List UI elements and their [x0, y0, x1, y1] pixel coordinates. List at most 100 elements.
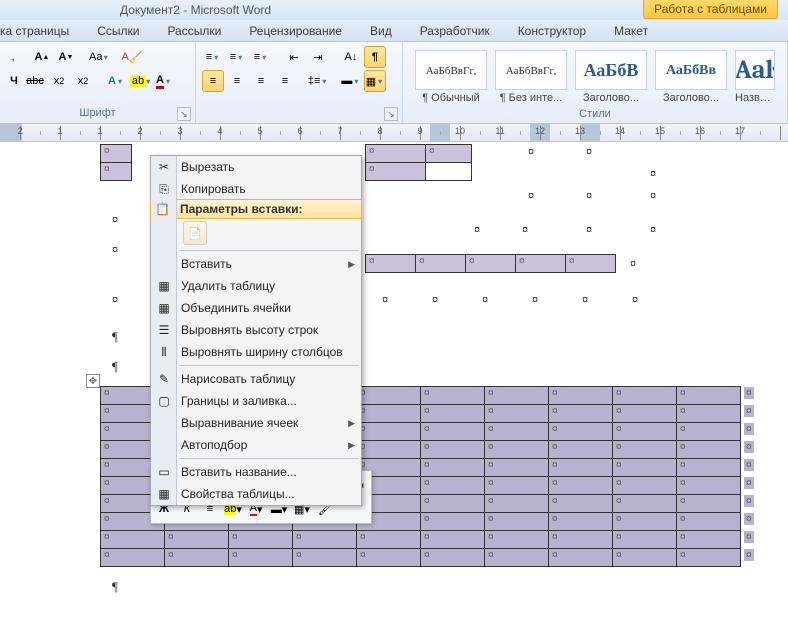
font-combo[interactable]: , [6, 46, 20, 68]
pencil-icon: ✎ [155, 370, 173, 388]
copy-icon: ⎘ [155, 180, 173, 198]
delete-table-icon: ▦ [155, 277, 173, 295]
align-center-button[interactable]: ≡ [226, 70, 248, 92]
styles-gallery[interactable]: АаБбВвГг,¶ Обычный АаБбВвГг,¶ Без инте..… [409, 46, 781, 108]
cell-end-mark: ¤ [630, 258, 636, 270]
ctx-cut[interactable]: ✂Вырезать [151, 156, 361, 178]
caption-icon: ▭ [155, 463, 173, 481]
strikethrough-button[interactable]: abc [24, 70, 46, 92]
cell-end-mark: ¤ [532, 294, 538, 306]
para-dialog-launcher[interactable]: ↘ [384, 107, 398, 121]
table-move-handle[interactable]: ✥ [86, 374, 100, 388]
clear-formatting-button[interactable]: A🧹 [121, 46, 143, 68]
ctx-insert[interactable]: Вставить▶ [151, 253, 361, 275]
scissors-icon: ✂ [155, 158, 173, 176]
window-title: Документ2 - Microsoft Word [120, 3, 271, 17]
ctx-cell-alignment[interactable]: Выравнивание ячеек▶ [151, 412, 361, 434]
sup-button[interactable]: x2 [72, 70, 94, 92]
numbering-button[interactable]: ≡▾ [226, 46, 248, 68]
tab-view[interactable]: Вид [370, 24, 392, 38]
font-color-button[interactable]: A▾ [153, 70, 175, 92]
ctx-paste-options: 📄 [151, 218, 361, 248]
pilcrow: ¶ [112, 579, 118, 595]
tab-layout[interactable]: Макет [614, 24, 648, 38]
cell-end-mark: ¤ [528, 146, 534, 158]
dist-cols-icon: ⦀ [155, 343, 173, 361]
cell-end-mark: ¤ [650, 224, 656, 236]
cell-end-mark: ¤ [112, 214, 118, 226]
cell-end-mark: ¤ [632, 294, 638, 306]
ctx-draw-table[interactable]: ✎Нарисовать таблицу [151, 368, 361, 390]
ctx-delete-table[interactable]: ▦Удалить таблицу [151, 275, 361, 297]
ctx-merge-cells[interactable]: ▦Объединить ячейки [151, 297, 361, 319]
properties-icon: ▦ [155, 485, 173, 503]
cell-end-mark: ¤ [528, 190, 534, 202]
highlight-button[interactable]: ab▾ [129, 70, 151, 92]
tab-references[interactable]: Ссылки [97, 24, 139, 38]
style-heading1[interactable]: АаБбВЗаголово... [575, 50, 647, 104]
indent-inc-button[interactable]: ⇥ [307, 46, 329, 68]
change-case-button[interactable]: Aa▾ [88, 46, 110, 68]
tab-review[interactable]: Рецензирование [249, 24, 342, 38]
text-effects-button[interactable]: A▾ [105, 70, 127, 92]
cell-end-mark: ¤ [582, 294, 588, 306]
style-no-spacing[interactable]: АаБбВвГг,¶ Без инте... [495, 50, 567, 104]
ribbon: , A▲ A▼ Aa▾ A🧹 Ч abc x2 x2 A▾ ab▾ A▾ Шри… [0, 42, 788, 124]
ctx-distribute-cols[interactable]: ⦀Выровнять ширину столбцов [151, 341, 361, 363]
cell-end-mark: ¤ [482, 294, 488, 306]
sub-button[interactable]: x2 [48, 70, 70, 92]
ctx-autofit[interactable]: Автоподбор▶ [151, 434, 361, 456]
ctx-distribute-rows[interactable]: ☰Выровнять высоту строк [151, 319, 361, 341]
paste-icon: 📋 [155, 202, 170, 216]
style-normal[interactable]: АаБбВвГг,¶ Обычный [415, 50, 487, 104]
cell-end-mark: ¤ [650, 190, 656, 202]
shading-button[interactable]: ▬▾ [340, 70, 362, 92]
show-marks-button[interactable]: ¶ [364, 46, 386, 68]
cell-end-mark: ¤ [586, 146, 592, 158]
tab-design[interactable]: Конструктор [518, 24, 586, 38]
shrink-font-button[interactable]: A▼ [55, 46, 77, 68]
table-top-right[interactable]: ¤¤ ¤ [365, 144, 472, 181]
horizontal-ruler[interactable]: 211234567891011121314151617 [0, 124, 788, 142]
cell-end-mark: ¤ [650, 168, 656, 180]
cell-end-mark: ¤ [586, 224, 592, 236]
context-menu: ✂Вырезать ⎘Копировать 📋Параметры вставки… [150, 155, 362, 506]
line-spacing-button[interactable]: ‡≡▾ [307, 70, 329, 92]
table-top[interactable]: ¤ ¤ [100, 144, 132, 181]
align-justify-button[interactable]: ≡ [274, 70, 296, 92]
bullets-button[interactable]: ≡▾ [202, 46, 224, 68]
align-right-button[interactable]: ≡ [250, 70, 272, 92]
tab-mailings[interactable]: Рассылки [167, 24, 221, 38]
sort-button[interactable]: A↓ [340, 46, 362, 68]
contextual-tab-label: Работа с таблицами [643, 0, 778, 19]
ctx-borders-shading[interactable]: ▢Границы и заливка... [151, 390, 361, 412]
indent-dec-button[interactable]: ⇤ [283, 46, 305, 68]
cell-end-mark: ¤ [432, 294, 438, 306]
ctx-insert-caption[interactable]: ▭Вставить название... [151, 461, 361, 483]
merge-icon: ▦ [155, 299, 173, 317]
ctx-paste-options-header: 📋Параметры вставки: [150, 199, 362, 219]
dist-rows-icon: ☰ [155, 321, 173, 339]
multilevel-button[interactable]: ≡▾ [250, 46, 272, 68]
borders-button[interactable]: ▦▾ [364, 70, 386, 92]
grow-font-button[interactable]: A▲ [31, 46, 53, 68]
ctx-table-properties[interactable]: ▦Свойства таблицы... [151, 483, 361, 505]
document-area: 211234567891011121314151617 ¤ ¤ ¤¤ ¤ ¤ ¤… [0, 124, 788, 640]
pilcrow: ¶ [112, 359, 118, 375]
tab-developer[interactable]: Разработчик [420, 24, 490, 38]
tab-page-layout[interactable]: ка страницы [0, 24, 69, 38]
ctx-copy[interactable]: ⎘Копировать [151, 178, 361, 200]
group-label-para [202, 107, 396, 123]
align-left-button[interactable]: ≡ [202, 70, 224, 92]
borders-icon: ▢ [155, 392, 173, 410]
group-label-styles: Стили [409, 108, 781, 123]
font-dialog-launcher[interactable]: ↘ [177, 107, 191, 121]
style-heading2[interactable]: АаБбВвЗаголово... [655, 50, 727, 104]
cell-end-mark: ¤ [522, 224, 528, 236]
cell-end-mark: ¤ [474, 224, 480, 236]
subscript-button[interactable]: Ч [6, 70, 22, 92]
paste-option-button[interactable]: 📄 [183, 221, 207, 245]
ribbon-tabs: ка страницы Ссылки Рассылки Рецензирован… [0, 20, 788, 42]
table-middle-row[interactable]: ¤ ¤ ¤ ¤ ¤ [365, 254, 616, 273]
style-title[interactable]: AaŀНазвани [735, 50, 775, 104]
